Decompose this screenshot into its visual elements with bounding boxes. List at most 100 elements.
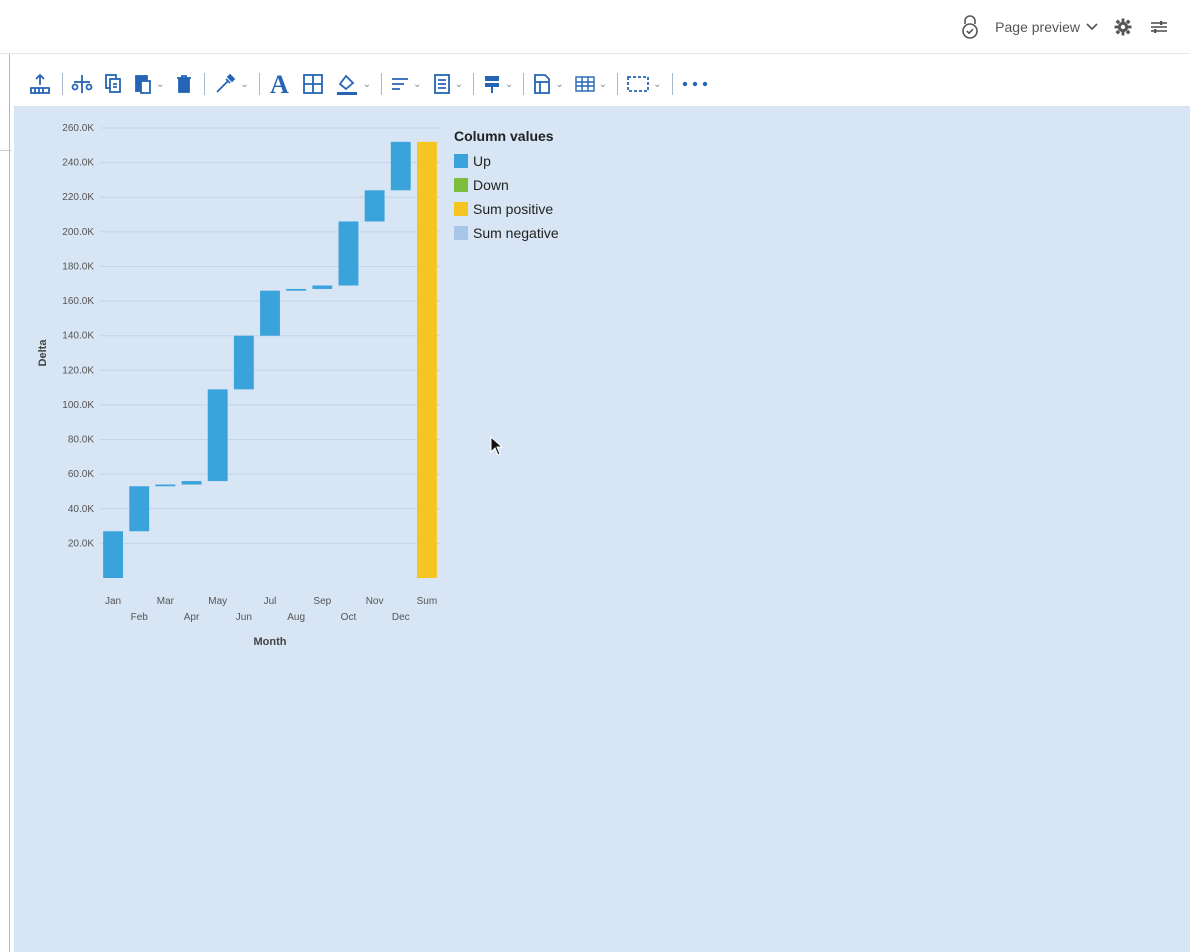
y-tick-label: 160.0K — [62, 296, 94, 307]
cut-icon[interactable] — [71, 70, 93, 98]
bar-nov[interactable] — [364, 190, 385, 222]
legend-title: Column values — [454, 128, 554, 144]
copy-icon[interactable] — [103, 70, 123, 98]
x-tick-label: Feb — [131, 612, 149, 623]
panel-divider — [9, 54, 10, 952]
y-tick-label: 20.0K — [68, 538, 94, 549]
fill-color-icon[interactable]: ⌄ — [334, 70, 371, 98]
toolbar-separator — [258, 73, 260, 95]
chevron-down-icon[interactable]: ⌄ — [455, 79, 463, 90]
chevron-down-icon — [1086, 20, 1098, 34]
more-icon[interactable] — [681, 70, 709, 98]
page-preview-label: Page preview — [995, 19, 1080, 35]
page-preview-dropdown[interactable]: Page preview — [995, 19, 1098, 35]
y-tick-label: 180.0K — [62, 261, 94, 272]
chevron-down-icon[interactable]: ⌄ — [555, 79, 563, 90]
legend-swatch-up — [454, 154, 468, 168]
grid-icon[interactable]: ⌄ — [574, 70, 607, 98]
x-tick-label: Aug — [287, 612, 305, 623]
y-tick-label: 260.0K — [62, 123, 94, 134]
x-tick-label: Jul — [264, 596, 277, 607]
color-picker-icon[interactable]: ⌄ — [213, 70, 249, 98]
bar-may[interactable] — [207, 389, 228, 482]
align-icon[interactable]: ⌄ — [390, 70, 422, 98]
toolbar-separator — [381, 73, 383, 95]
editing-toolbar: ⌄ ⌄ A ⌄ ⌄ ⌄ ⌄ ⌄ ⌄ ⌄ — [14, 62, 1190, 106]
x-tick-label: Oct — [341, 612, 357, 623]
legend-item-sum-negative[interactable]: Sum negative — [454, 221, 559, 245]
chevron-down-icon[interactable]: ⌄ — [505, 79, 513, 90]
x-tick-label: Apr — [184, 612, 200, 623]
chevron-down-icon[interactable]: ⌄ — [599, 79, 607, 90]
y-tick-label: 240.0K — [62, 158, 94, 169]
x-tick-label: Jun — [236, 612, 252, 623]
y-tick-label: 80.0K — [68, 435, 94, 446]
legend-item-down[interactable]: Down — [454, 173, 559, 197]
page-icon[interactable]: ⌄ — [532, 70, 564, 98]
report-canvas[interactable]: 20.0K 40.0K 60.0K 80.0K 100.0K 120.0K 140.0K 16… — [14, 106, 1190, 952]
x-axis-title: Month — [254, 636, 287, 648]
x-tick-label: Mar — [157, 596, 175, 607]
toolbar-separator — [472, 73, 474, 95]
bar-apr[interactable] — [181, 481, 202, 485]
bar-mar[interactable] — [155, 484, 176, 487]
mouse-cursor-icon — [490, 435, 504, 461]
legend-label-sum-negative: Sum negative — [473, 225, 559, 241]
legend-swatch-sum-negative — [454, 226, 468, 240]
bar-dec[interactable] — [390, 141, 411, 191]
frame-icon[interactable]: ⌄ — [626, 70, 662, 98]
bar-feb[interactable] — [129, 486, 150, 532]
bar-jul[interactable] — [260, 290, 280, 336]
gear-icon[interactable] — [1112, 16, 1134, 38]
x-tick-label: Sep — [313, 596, 331, 607]
y-tick-label: 60.0K — [68, 469, 94, 480]
svg-text:A: A — [270, 71, 289, 97]
legend-item-up[interactable]: Up — [454, 149, 559, 173]
bar-oct[interactable] — [338, 221, 359, 286]
legend-label-up: Up — [473, 153, 491, 169]
chevron-down-icon[interactable]: ⌄ — [363, 79, 371, 90]
export-icon[interactable] — [28, 70, 52, 98]
y-tick-label: 120.0K — [62, 365, 94, 376]
table-border-icon[interactable] — [302, 70, 324, 98]
legend-item-sum-positive[interactable]: Sum positive — [454, 197, 559, 221]
x-tick-label: Jan — [105, 596, 121, 607]
top-bar: Page preview — [0, 0, 1190, 54]
y-tick-label: 220.0K — [62, 192, 94, 203]
x-tick-label: May — [208, 596, 227, 607]
chevron-down-icon[interactable]: ⌄ — [156, 79, 164, 90]
bar-jun[interactable] — [233, 335, 254, 390]
vertical-align-icon[interactable]: ⌄ — [432, 70, 463, 98]
top-right-controls: Page preview — [959, 14, 1170, 40]
paste-icon[interactable]: ⌄ — [133, 70, 164, 98]
font-icon[interactable]: A — [268, 70, 292, 98]
pin-icon[interactable]: ⌄ — [482, 70, 513, 98]
panel-divider-tick — [0, 150, 12, 151]
bar-sum[interactable] — [416, 141, 437, 578]
chevron-down-icon[interactable]: ⌄ — [413, 79, 421, 90]
legend-swatch-sum-positive — [454, 202, 468, 216]
bar-jan[interactable] — [103, 531, 124, 578]
toolbar-separator — [62, 73, 63, 95]
waterfall-chart[interactable]: 20.0K 40.0K 60.0K 80.0K 100.0K 120.0K 140.0K 16… — [14, 106, 454, 666]
chevron-down-icon[interactable]: ⌄ — [653, 79, 661, 90]
chevron-down-icon[interactable]: ⌄ — [240, 79, 248, 90]
toolbar-separator — [671, 73, 673, 95]
delete-icon[interactable] — [174, 70, 194, 98]
y-axis-title: Delta — [37, 339, 49, 367]
toolbar-separator — [204, 73, 206, 95]
x-tick-label: Dec — [392, 612, 410, 623]
lock-check-icon[interactable] — [959, 14, 981, 40]
toolbar-separator — [617, 73, 619, 95]
x-tick-label: Nov — [366, 596, 384, 607]
toolbar-separator — [523, 73, 525, 95]
bar-aug[interactable] — [286, 288, 307, 291]
y-tick-label: 100.0K — [62, 400, 94, 411]
x-tick-label: Sum — [417, 596, 438, 607]
bar-sep[interactable] — [312, 285, 333, 289]
legend-label-down: Down — [473, 177, 509, 193]
sliders-icon[interactable] — [1148, 16, 1170, 38]
y-tick-label: 40.0K — [68, 504, 94, 515]
y-tick-label: 200.0K — [62, 227, 94, 238]
chart-legend: Column values Up Down Sum positive Sum n… — [454, 128, 559, 245]
